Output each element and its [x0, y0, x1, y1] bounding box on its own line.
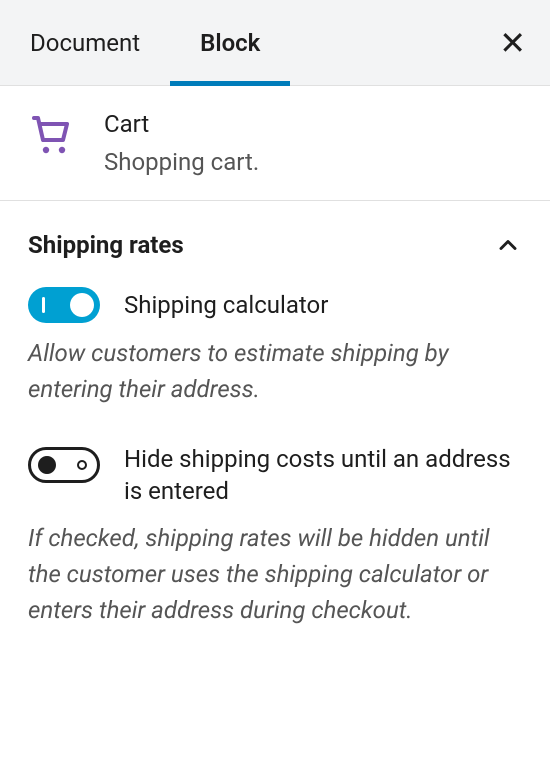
close-button[interactable]: ✕	[491, 19, 534, 67]
toggle-knob	[70, 293, 94, 317]
tab-document-label: Document	[30, 29, 140, 57]
setting-row: Hide shipping costs until an address is …	[28, 443, 522, 508]
close-icon: ✕	[499, 24, 526, 62]
tab-block[interactable]: Block	[170, 0, 290, 85]
inspector-tabs: Document Block ✕	[0, 0, 550, 86]
toggle-shipping-calculator[interactable]	[28, 287, 100, 323]
shipping-rates-panel: Shipping rates Shipping calculator Allow…	[0, 201, 550, 628]
toggle-on-mark	[42, 297, 45, 313]
setting-label: Hide shipping costs until an address is …	[124, 443, 522, 508]
tab-document[interactable]: Document	[16, 0, 170, 85]
block-info: Cart Shopping cart.	[104, 110, 259, 176]
chevron-up-icon	[494, 231, 522, 259]
setting-shipping-calculator: Shipping calculator Allow customers to e…	[28, 287, 522, 407]
block-description: Shopping cart.	[104, 148, 259, 176]
setting-label: Shipping calculator	[124, 289, 328, 321]
tab-block-label: Block	[200, 29, 260, 57]
setting-help: If checked, shipping rates will be hidde…	[28, 520, 522, 628]
cart-icon	[28, 112, 76, 160]
block-header: Cart Shopping cart.	[0, 86, 550, 201]
toggle-hide-shipping-costs[interactable]	[28, 447, 100, 483]
toggle-knob	[38, 456, 56, 474]
panel-title: Shipping rates	[28, 231, 184, 259]
panel-header[interactable]: Shipping rates	[28, 201, 522, 287]
setting-help: Allow customers to estimate shipping by …	[28, 335, 522, 407]
setting-hide-shipping-costs: Hide shipping costs until an address is …	[28, 443, 522, 628]
toggle-off-mark	[77, 460, 87, 470]
setting-row: Shipping calculator	[28, 287, 522, 323]
block-title: Cart	[104, 110, 259, 138]
